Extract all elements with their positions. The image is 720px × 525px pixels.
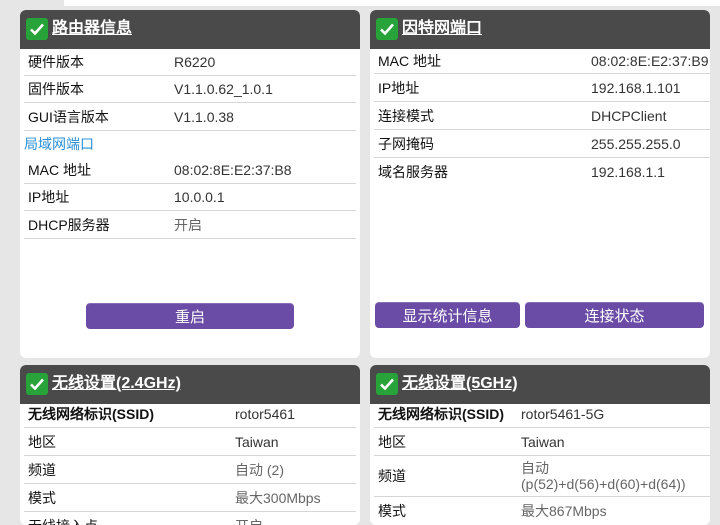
row-subnet-mask: 子网掩码 255.255.255.0 xyxy=(374,130,710,158)
wireless-24ghz-title-link[interactable]: 无线设置(2.4GHz) xyxy=(52,373,181,395)
row-label: 硬件版本 xyxy=(28,52,84,72)
router-info-title-link[interactable]: 路由器信息 xyxy=(52,18,132,40)
row-value: rotor5461-5G xyxy=(521,406,604,422)
row-label: 模式 xyxy=(378,501,406,521)
row-lan-ip: IP地址 10.0.0.1 xyxy=(24,184,356,211)
row-dhcp-server: DHCP服务器 开启 xyxy=(24,211,356,239)
check-icon xyxy=(26,18,48,40)
row-wan-mac: MAC 地址 08:02:8E:E2:37:B9 xyxy=(374,49,710,74)
check-icon xyxy=(26,373,48,395)
wireless-5ghz-panel: 无线设置(5GHz) 无线网络标识(SSID) rotor5461-5G 地区 … xyxy=(370,365,710,525)
row-label: 连接模式 xyxy=(378,106,434,126)
row-label: IP地址 xyxy=(378,78,419,98)
row-label: 固件版本 xyxy=(28,79,84,99)
row-value: V1.1.0.62_1.0.1 xyxy=(174,81,273,97)
row-value: 255.255.255.0 xyxy=(591,136,681,152)
row-mode: 模式 最大867Mbps xyxy=(374,497,710,524)
section-label: 局域网端口 xyxy=(24,134,94,154)
row-value: rotor5461 xyxy=(235,406,295,422)
wireless-5ghz-title-link[interactable]: 无线设置(5GHz) xyxy=(402,373,518,395)
row-connection-mode: 连接模式 DHCPClient xyxy=(374,102,710,130)
row-dns-server: 域名服务器 192.168.1.1 xyxy=(374,158,710,185)
row-label: DHCP服务器 xyxy=(28,215,110,235)
row-wan-ip: IP地址 192.168.1.101 xyxy=(374,74,710,102)
row-gui-version: GUI语言版本 V1.1.0.38 xyxy=(24,103,356,131)
panel-header: 无线设置(5GHz) xyxy=(370,365,710,404)
row-label: 地区 xyxy=(28,432,56,452)
row-value: R6220 xyxy=(174,54,215,70)
panel-header: 因特网端口 xyxy=(370,10,710,49)
row-value: 最大300Mbps xyxy=(235,488,321,508)
row-value: 自动 (p(52)+d(56)+d(60)+d(64)) xyxy=(521,460,706,492)
row-value: 08:02:8E:E2:37:B9 xyxy=(591,53,709,69)
row-value: DHCPClient xyxy=(591,108,666,124)
row-access-point: 无线接入点 开启 xyxy=(24,512,356,525)
row-label: 地区 xyxy=(378,432,406,452)
check-icon xyxy=(376,18,398,40)
row-ssid: 无线网络标识(SSID) rotor5461 xyxy=(24,401,356,428)
lan-port-section-heading: 局域网端口 xyxy=(24,131,356,157)
router-info-panel: 路由器信息 硬件版本 R6220 固件版本 V1.1.0.62_1.0.1 GU… xyxy=(20,10,360,358)
row-value: Taiwan xyxy=(521,434,565,450)
check-icon xyxy=(376,373,398,395)
row-label: 无线网络标识(SSID) xyxy=(28,404,154,424)
row-firmware-version: 固件版本 V1.1.0.62_1.0.1 xyxy=(24,76,356,103)
row-value: 开启 xyxy=(174,215,202,235)
row-label: 域名服务器 xyxy=(378,162,448,182)
row-label: IP地址 xyxy=(28,187,69,207)
row-hardware-version: 硬件版本 R6220 xyxy=(24,49,356,76)
row-label: MAC 地址 xyxy=(28,160,91,180)
row-label: 模式 xyxy=(28,488,56,508)
show-statistics-button[interactable]: 显示统计信息 xyxy=(375,302,520,328)
row-lan-mac: MAC 地址 08:02:8E:E2:37:B8 xyxy=(24,157,356,184)
row-label: 频道 xyxy=(28,460,56,480)
connection-status-button[interactable]: 连接状态 xyxy=(525,302,704,328)
row-label: 无线网络标识(SSID) xyxy=(378,404,504,424)
row-label: GUI语言版本 xyxy=(28,107,109,127)
reboot-button[interactable]: 重启 xyxy=(86,303,294,329)
panel-header: 路由器信息 xyxy=(20,10,360,49)
row-region: 地区 Taiwan xyxy=(24,428,356,456)
panel-header: 无线设置(2.4GHz) xyxy=(20,365,360,404)
row-value: 192.168.1.1 xyxy=(591,164,665,180)
row-label: MAC 地址 xyxy=(378,51,441,71)
internet-port-panel: 因特网端口 MAC 地址 08:02:8E:E2:37:B9 IP地址 192.… xyxy=(370,10,710,358)
row-mode: 模式 最大300Mbps xyxy=(24,484,356,512)
row-value: 最大867Mbps xyxy=(521,501,607,521)
top-strip xyxy=(64,0,720,6)
row-channel: 频道 自动 (2) xyxy=(24,456,356,484)
row-value: 10.0.0.1 xyxy=(174,189,225,205)
row-region: 地区 Taiwan xyxy=(374,428,710,456)
row-value: V1.1.0.38 xyxy=(174,109,234,125)
internet-port-title-link[interactable]: 因特网端口 xyxy=(402,18,482,40)
row-channel: 频道 自动 (p(52)+d(56)+d(60)+d(64)) xyxy=(374,456,710,497)
row-label: 频道 xyxy=(378,466,406,486)
row-value: 08:02:8E:E2:37:B8 xyxy=(174,162,292,178)
row-ssid: 无线网络标识(SSID) rotor5461-5G xyxy=(374,401,710,428)
row-value: 自动 (2) xyxy=(235,460,284,480)
row-label: 子网掩码 xyxy=(378,134,434,154)
row-value: Taiwan xyxy=(235,434,279,450)
wireless-24ghz-panel: 无线设置(2.4GHz) 无线网络标识(SSID) rotor5461 地区 T… xyxy=(20,365,360,525)
row-value: 192.168.1.101 xyxy=(591,80,681,96)
